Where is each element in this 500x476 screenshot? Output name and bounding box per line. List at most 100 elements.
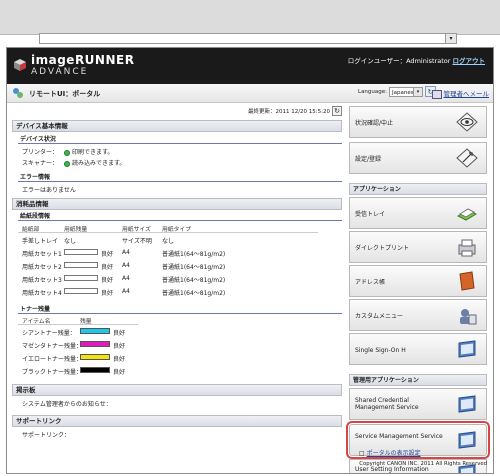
paper-size: A4 — [122, 288, 130, 295]
paper-type: 普通紙1(64〜81g/m2) — [162, 251, 226, 258]
toner-level: 良好 — [113, 343, 126, 350]
chevron-down-icon[interactable]: ▾ — [413, 88, 422, 96]
service-management-label: Service Management Service — [355, 433, 443, 440]
scanner-label: スキャナー： — [22, 160, 59, 167]
magenta-toner-bar — [80, 341, 110, 347]
address-book-label: アドレス帳 — [355, 279, 386, 286]
login-info: ログインユーザー：Administrator ログアウト — [348, 55, 485, 65]
black-toner-bar — [80, 367, 110, 373]
paper-source: 手差しトレイ — [22, 238, 59, 245]
address-book-icon — [459, 271, 475, 291]
paper-level: なし — [64, 238, 77, 245]
divider — [18, 324, 138, 325]
main-panel: 最終更新：2011 12/20 15:5:20 ↻ デバイス基本情報 デバイス状… — [12, 106, 342, 470]
paper-size: サイズ不明 — [122, 238, 152, 245]
paper-level: 良好 — [101, 251, 114, 258]
direct-print-button[interactable]: ダイレクトプリント — [349, 231, 487, 263]
address-dropdown-icon[interactable]: ▾ — [445, 34, 456, 43]
direct-print-label: ダイレクトプリント — [355, 245, 410, 252]
last-updated: 最終更新：2011 12/20 15:5:20 — [247, 109, 330, 115]
scanner-status: 読み込みできます。 — [64, 158, 125, 167]
login-user: ログインユーザー：Administrator — [347, 57, 451, 65]
mail-icon — [431, 89, 442, 99]
language-select[interactable]: Japanese ▾ — [389, 87, 423, 97]
admin-mail-link[interactable]: 管理者へメール — [431, 88, 490, 99]
single-sign-on-button[interactable]: Single Sign-On H — [349, 333, 487, 365]
settings-button[interactable]: 設定/登録 — [349, 142, 487, 174]
device-info-header: デバイス基本情報 — [12, 120, 342, 132]
custom-menu-button[interactable]: カスタムメニュー — [349, 299, 487, 331]
refresh-icon[interactable]: ↻ — [332, 106, 342, 116]
wrench-icon — [456, 148, 478, 168]
paper-size: A4 — [122, 262, 130, 269]
status-monitor-button[interactable]: 状況確認/中止 — [349, 106, 487, 138]
side-panel: 状況確認/中止 設定/登録 アプリケーション 受信トレイ ダイレクトプリント ア… — [346, 106, 490, 473]
monitor-icon — [458, 431, 476, 449]
mgmt-apps-header: 管理用アプリケーション — [349, 374, 487, 386]
paper-level-bar — [64, 249, 98, 255]
brand-subtitle: ADVANCE — [31, 67, 89, 77]
inbox-button[interactable]: 受信トレイ — [349, 197, 487, 229]
page-title: リモートUI：ポータル — [29, 90, 101, 98]
shared-credential-label: Shared Credential Management Service — [355, 397, 419, 411]
portal-display-link[interactable]: □ ポータルの表示設定 — [359, 448, 421, 457]
paper-type: 普通紙1(64〜81g/m2) — [162, 290, 226, 297]
error-info-header: エラー情報 — [18, 173, 342, 182]
cyan-toner-bar — [80, 328, 110, 334]
portal-header: imageRUNNER ADVANCE ログインユーザー：Administrat… — [7, 48, 493, 84]
shared-credential-button[interactable]: Shared Credential Management Service — [349, 388, 487, 420]
paper-level-bar — [64, 275, 98, 281]
status-ok-icon — [64, 149, 70, 156]
brand-name: imageRUNNER — [31, 53, 135, 67]
single-sign-on-label: Single Sign-On H — [355, 347, 406, 354]
status-monitor-label: 状況確認/中止 — [355, 120, 394, 127]
cube-logo-icon — [14, 59, 26, 71]
portal-icon — [13, 88, 23, 98]
browser-chrome — [0, 0, 500, 35]
admin-mail-label: 管理者へメール — [443, 90, 490, 98]
toner-name: マゼンタトナー残量： — [22, 343, 83, 350]
paper-level: 良好 — [101, 264, 114, 271]
paper-source: 用紙カセット4 — [22, 290, 62, 297]
portal-frame: imageRUNNER ADVANCE ログインユーザー：Administrat… — [6, 47, 494, 474]
consumables-header: 消耗品情報 — [12, 198, 342, 210]
paper-info-header: 給紙段情報 — [18, 212, 342, 221]
paper-level: 良好 — [101, 290, 114, 297]
paper-source: 用紙カセット3 — [22, 277, 62, 284]
error-text: エラーはありません — [22, 187, 76, 194]
paper-size: A4 — [122, 249, 130, 256]
paper-size: A4 — [122, 275, 130, 282]
paper-level: 良好 — [101, 277, 114, 284]
paper-type: 普通紙1(64〜81g/m2) — [162, 264, 226, 271]
paper-level-bar — [64, 288, 98, 294]
bullet-icon: □ — [359, 450, 367, 457]
eye-icon — [456, 112, 478, 132]
inbox-label: 受信トレイ — [355, 211, 386, 218]
address-bar[interactable]: ▾ — [39, 33, 457, 44]
printer-label: プリンター： — [22, 149, 59, 156]
paper-type: なし — [162, 238, 175, 245]
toner-name: シアントナー残量： — [22, 330, 76, 337]
yellow-toner-bar — [80, 354, 110, 360]
device-status-header: デバイス状況 — [18, 135, 342, 144]
custom-menu-label: カスタムメニュー — [355, 313, 404, 320]
toner-name: イエロートナー残量： — [22, 356, 82, 363]
monitor-icon — [458, 340, 476, 358]
custom-menu-icon — [460, 309, 477, 325]
paper-source: 用紙カセット2 — [22, 264, 62, 271]
printer-status: 印刷できます。 — [64, 147, 113, 156]
user-setting-label: User Setting Information Management Serv… — [355, 466, 429, 473]
portal-toolbar: リモートUI：ポータル Language: Japanese ▾ ↻ 管理者へメ… — [7, 84, 493, 103]
message-board-header: 掲示板 — [12, 384, 342, 396]
apps-header: アプリケーション — [349, 183, 487, 195]
logout-link[interactable]: ログアウト — [453, 57, 486, 65]
support-link-header: サポートリンク — [12, 415, 342, 427]
inbox-icon — [456, 208, 478, 221]
toner-name: ブラックトナー残量： — [22, 369, 83, 376]
paper-level-bar — [64, 262, 98, 268]
printer-icon — [458, 239, 476, 257]
settings-label: 設定/登録 — [355, 156, 382, 163]
toner-level: 良好 — [113, 356, 126, 363]
paper-source: 用紙カセット1 — [22, 251, 62, 258]
address-book-button[interactable]: アドレス帳 — [349, 265, 487, 297]
